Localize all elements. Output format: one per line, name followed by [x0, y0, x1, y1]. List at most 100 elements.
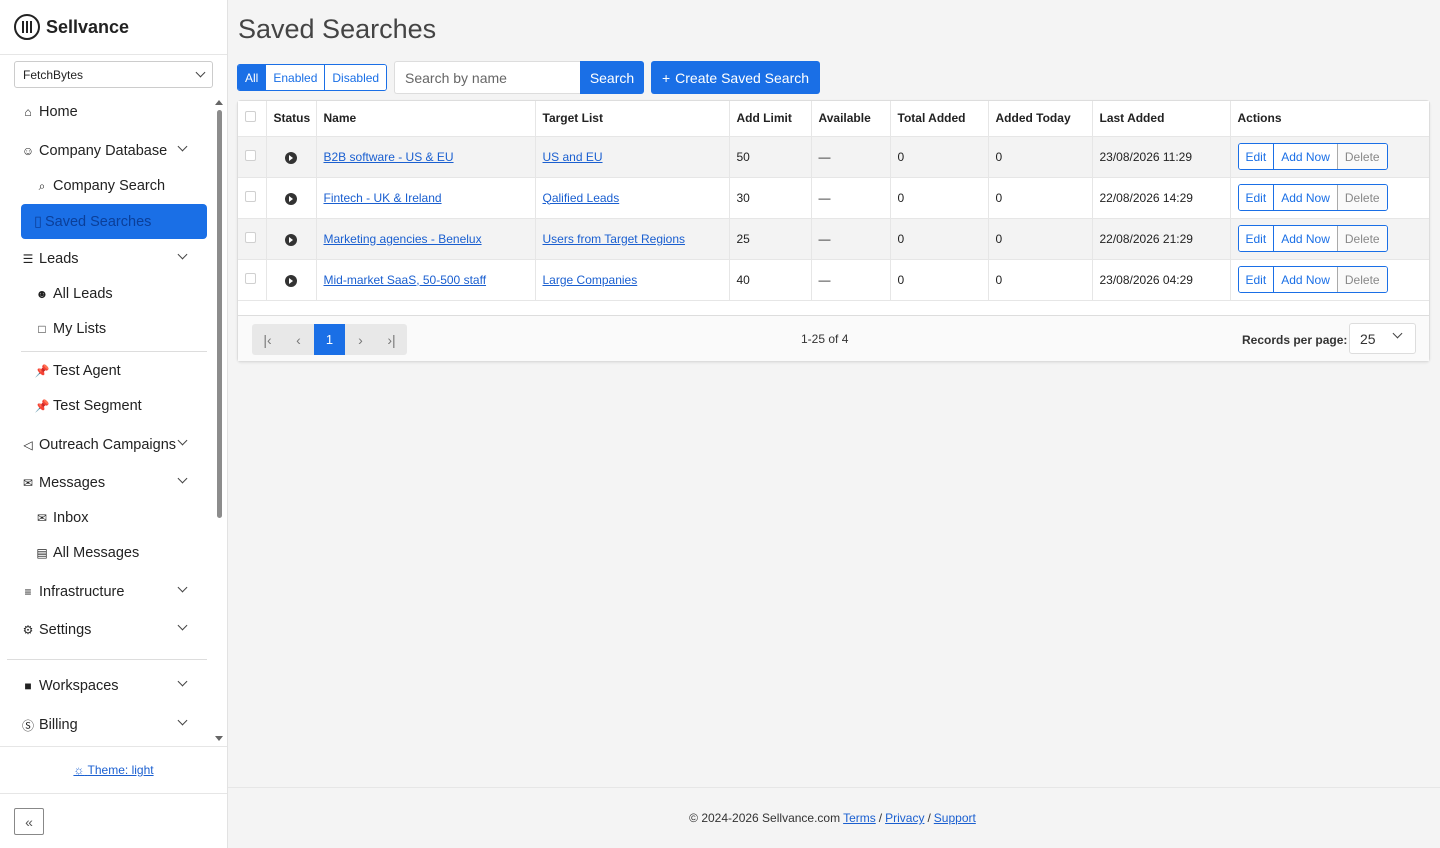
records-per-page-label: Records per page: — [1242, 333, 1348, 347]
sidebar-item-settings[interactable]: ⚙ Settings — [20, 617, 200, 643]
inbox-icon: ✉ — [36, 511, 48, 525]
edit-button[interactable]: Edit — [1238, 185, 1274, 210]
play-status-icon[interactable] — [284, 151, 297, 164]
edit-button[interactable]: Edit — [1238, 267, 1274, 292]
column-header-added-today[interactable]: Added Today — [988, 101, 1093, 137]
row-checkbox[interactable] — [245, 149, 256, 161]
workspace-select[interactable]: FetchBytes — [14, 61, 213, 88]
sidebar-item-label: Home — [39, 104, 78, 120]
sidebar-scrollbar[interactable] — [217, 110, 222, 518]
filter-all-button[interactable]: All — [238, 65, 266, 90]
search-input[interactable] — [394, 61, 580, 94]
sidebar-item-company-database[interactable]: ☺ Company Database — [20, 138, 200, 164]
sidebar-item-messages[interactable]: ✉ Messages — [20, 470, 200, 496]
target-list-link[interactable]: Users from Target Regions — [543, 232, 686, 246]
sidebar-item-saved-searches[interactable]: ▯ Saved Searches — [21, 204, 207, 239]
column-header-available[interactable]: Available — [811, 101, 891, 137]
status-filter-group: All Enabled Disabled — [237, 64, 388, 91]
column-header-status[interactable]: Status — [266, 101, 317, 137]
previous-page-icon[interactable]: ‹ — [283, 324, 314, 355]
saved-searches-table-card: Status Name Target List Add Limit Availa… — [237, 100, 1430, 362]
records-per-page-select[interactable]: 25 — [1349, 323, 1416, 354]
saved-search-name-link[interactable]: Fintech - UK & Ireland — [324, 191, 442, 205]
sidebar-item-outreach-campaigns[interactable]: ◁ Outreach Campaigns — [20, 432, 200, 458]
theme-toggle[interactable]: ☼ Theme: light — [73, 763, 153, 777]
collapse-sidebar-button[interactable]: « — [14, 808, 44, 835]
select-all-checkbox[interactable] — [245, 111, 256, 123]
footer-terms-link[interactable]: Terms — [843, 811, 876, 825]
sidebar-item-infrastructure[interactable]: ≡ Infrastructure — [20, 579, 200, 605]
play-status-icon[interactable] — [284, 192, 297, 205]
add-now-button[interactable]: Add Now — [1273, 185, 1337, 210]
available-cell: — — [811, 136, 891, 178]
play-status-icon[interactable] — [284, 274, 297, 287]
last-added-cell: 23/08/2026 11:29 — [1092, 136, 1231, 178]
edit-button[interactable]: Edit — [1238, 144, 1274, 169]
sidebar-item-test-segment[interactable]: 📌 Test Segment — [34, 393, 214, 419]
sidebar-item-test-agent[interactable]: 📌 Test Agent — [34, 358, 214, 384]
brand[interactable]: Sellvance — [0, 0, 227, 55]
next-page-icon[interactable]: › — [345, 324, 376, 355]
row-checkbox[interactable] — [245, 190, 256, 202]
sidebar-item-leads[interactable]: ☰ Leads — [20, 246, 200, 272]
table-row: Marketing agencies - Benelux Users from … — [238, 218, 1429, 260]
target-list-link[interactable]: Large Companies — [543, 273, 638, 287]
filter-enabled-button[interactable]: Enabled — [265, 65, 325, 90]
play-status-icon[interactable] — [284, 233, 297, 246]
scroll-down-arrow-icon[interactable] — [215, 736, 223, 741]
edit-button[interactable]: Edit — [1238, 226, 1274, 251]
last-page-icon[interactable]: ›| — [376, 324, 407, 355]
pagination-bar: |‹ ‹ 1 › ›| 1-25 of 4 Records per page: … — [238, 315, 1429, 361]
name-cell: Marketing agencies - Benelux — [316, 218, 536, 260]
saved-search-name-link[interactable]: Mid-market SaaS, 50-500 staff — [324, 273, 487, 287]
footer-separator: / — [878, 811, 883, 825]
target-list-link[interactable]: US and EU — [543, 150, 603, 164]
add-now-button[interactable]: Add Now — [1273, 267, 1337, 292]
chevron-down-icon — [177, 582, 188, 593]
scroll-up-arrow-icon[interactable] — [215, 100, 223, 105]
column-header-name[interactable]: Name — [316, 101, 536, 137]
delete-button[interactable]: Delete — [1336, 144, 1387, 169]
sidebar-item-label: All Leads — [53, 286, 113, 302]
search-button[interactable]: Search — [580, 61, 644, 94]
row-checkbox[interactable] — [245, 231, 256, 243]
footer-privacy-link[interactable]: Privacy — [885, 811, 924, 825]
brand-name: Sellvance — [46, 16, 130, 37]
current-page-button[interactable]: 1 — [314, 324, 345, 355]
column-header-last-added[interactable]: Last Added — [1092, 101, 1231, 137]
sidebar-item-billing[interactable]: Ⓢ Billing — [20, 712, 200, 738]
first-page-icon[interactable]: |‹ — [252, 324, 283, 355]
sidebar-item-all-messages[interactable]: ▤ All Messages — [34, 540, 214, 566]
footer-support-link[interactable]: Support — [934, 811, 976, 825]
select-all-header — [238, 101, 267, 137]
target-list-link[interactable]: Qalified Leads — [543, 191, 620, 205]
column-header-total-added[interactable]: Total Added — [890, 101, 989, 137]
sidebar-item-home[interactable]: ⌂ Home — [20, 99, 200, 125]
column-header-target-list[interactable]: Target List — [535, 101, 730, 137]
chevron-down-icon — [177, 620, 188, 631]
row-select-cell — [238, 259, 267, 301]
theme-toggle-area: ☼ Theme: light — [0, 746, 227, 794]
delete-button[interactable]: Delete — [1336, 267, 1387, 292]
delete-button[interactable]: Delete — [1336, 226, 1387, 251]
sidebar-item-all-leads[interactable]: ☻ All Leads — [34, 281, 214, 307]
chevron-down-icon — [177, 249, 188, 260]
filter-disabled-button[interactable]: Disabled — [324, 65, 387, 90]
sidebar-item-my-lists[interactable]: □ My Lists — [34, 316, 214, 342]
add-now-button[interactable]: Add Now — [1273, 226, 1337, 251]
last-added-cell: 22/08/2026 14:29 — [1092, 177, 1231, 219]
sidebar-item-workspaces[interactable]: ■ Workspaces — [20, 673, 200, 699]
saved-search-name-link[interactable]: Marketing agencies - Benelux — [324, 232, 482, 246]
sidebar-item-label: All Messages — [53, 545, 140, 561]
add-now-button[interactable]: Add Now — [1273, 144, 1337, 169]
row-checkbox[interactable] — [245, 272, 256, 284]
create-saved-search-button[interactable]: + Create Saved Search — [651, 61, 820, 94]
chevron-down-icon — [177, 141, 188, 152]
delete-button[interactable]: Delete — [1336, 185, 1387, 210]
sidebar-item-company-search[interactable]: ⌕ Company Search — [34, 173, 214, 199]
column-header-add-limit[interactable]: Add Limit — [729, 101, 812, 137]
sidebar-item-inbox[interactable]: ✉ Inbox — [34, 505, 214, 531]
plus-icon: + — [661, 69, 671, 86]
sidebar: Sellvance FetchBytes ⌂ Home ☺ Company Da… — [0, 0, 228, 848]
saved-search-name-link[interactable]: B2B software - US & EU — [324, 150, 454, 164]
